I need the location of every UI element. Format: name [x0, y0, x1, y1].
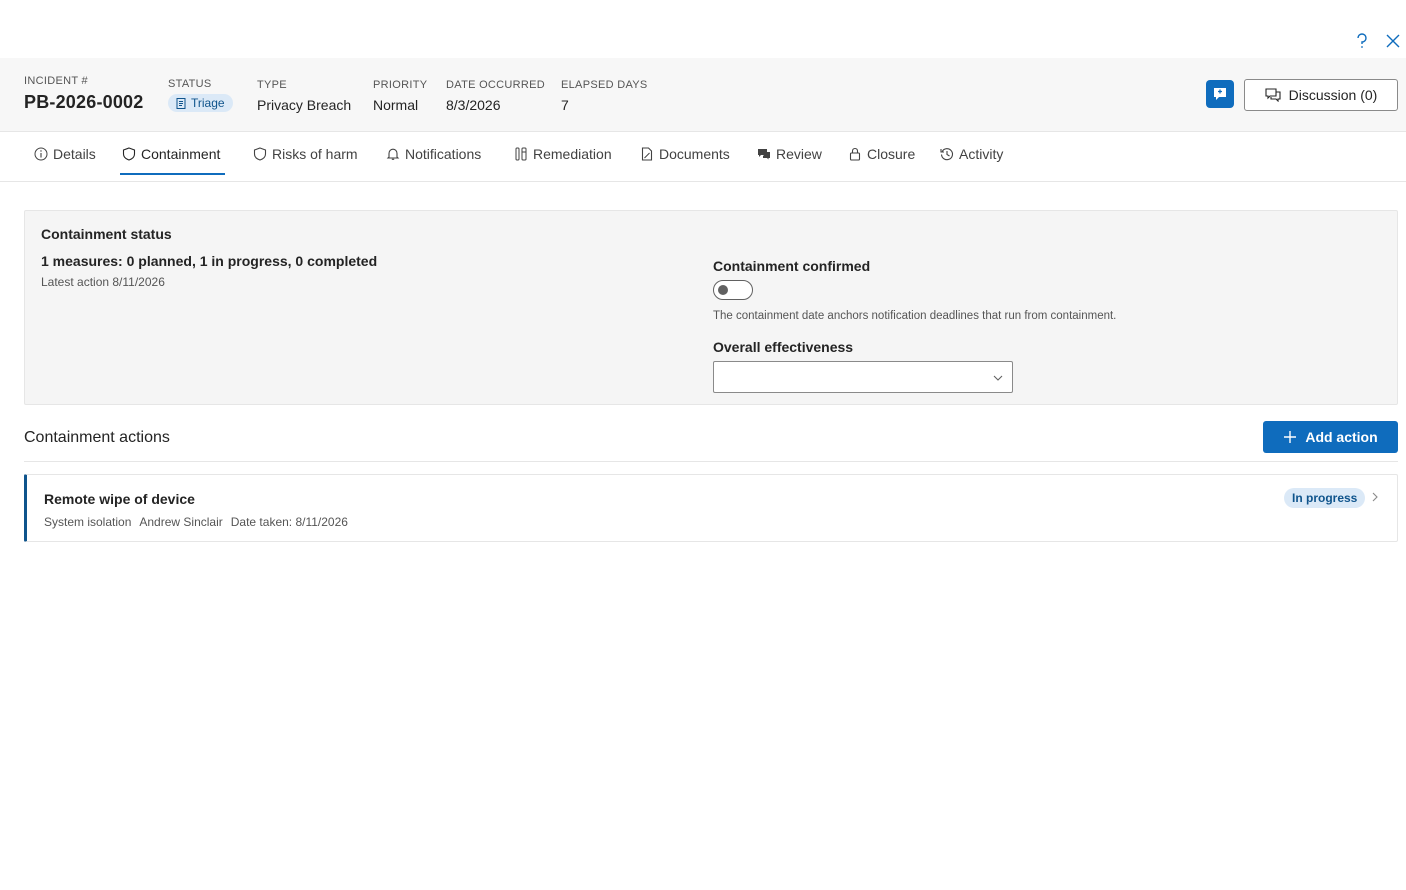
type-value: Privacy Breach [257, 97, 352, 113]
bell-icon [386, 148, 400, 160]
add-action-label: Add action [1305, 429, 1378, 445]
tab-risks-of-harm[interactable]: Risks of harm [253, 132, 358, 176]
containment-status-card: Containment status 1 measures: 0 planned… [24, 210, 1398, 405]
status-icon [176, 97, 186, 109]
tab-notifications[interactable]: Notifications [386, 132, 481, 176]
document-icon [641, 147, 653, 161]
tab-remediation[interactable]: Remediation [514, 132, 612, 176]
discussion-icon [1265, 88, 1281, 102]
chat-icon [1214, 88, 1226, 100]
tab-activity[interactable]: Activity [940, 132, 1003, 176]
measures-summary: 1 measures: 0 planned, 1 in progress, 0 … [41, 253, 378, 269]
add-action-button[interactable]: Add action [1263, 421, 1398, 453]
tab-details[interactable]: Details [34, 132, 96, 176]
info-icon [34, 147, 48, 161]
elapsed-days-field: ELAPSED DAYS 7 [561, 79, 648, 113]
priority-value: Normal [373, 97, 419, 113]
status-label: STATUS [168, 78, 212, 90]
section-divider [24, 461, 1398, 462]
chat-button[interactable] [1206, 80, 1234, 108]
incident-number: PB-2026-0002 [24, 92, 144, 112]
action-status-badge: In progress [1284, 488, 1366, 508]
type-field: TYPE Privacy Breach [257, 79, 351, 113]
discussion-button[interactable]: Discussion (0) [1244, 79, 1398, 111]
containment-action-item[interactable]: Remote wipe of device System isolation A… [24, 474, 1398, 542]
plus-icon [1284, 431, 1297, 443]
tab-label: Risks of harm [272, 146, 358, 162]
shield-icon [253, 147, 267, 161]
card-title: Containment status [41, 226, 172, 242]
history-icon [940, 148, 954, 161]
chevron-right-icon[interactable] [1370, 491, 1380, 503]
tab-containment[interactable]: Containment [122, 132, 220, 176]
incident-page: INCIDENT # PB-2026-0002 STATUS Triage TY… [0, 0, 1406, 890]
action-category: System isolation [44, 515, 132, 529]
containment-note: The containment date anchors notificatio… [713, 310, 1117, 322]
tab-label: Remediation [533, 146, 612, 162]
shield-icon [122, 147, 136, 161]
date-occurred-field: DATE OCCURRED 8/3/2026 [446, 79, 545, 113]
tab-documents[interactable]: Documents [640, 132, 730, 176]
elapsed-days-value: 7 [561, 97, 569, 113]
overall-effectiveness-select[interactable] [713, 361, 1013, 393]
containment-confirmed-toggle[interactable] [713, 280, 753, 300]
close-icon[interactable] [1382, 30, 1404, 52]
tab-label: Documents [659, 146, 730, 162]
status-field: STATUS Triage [168, 78, 233, 114]
tab-label: Notifications [405, 146, 482, 162]
tab-label: Review [776, 146, 822, 162]
elapsed-days-label: ELAPSED DAYS [561, 79, 648, 91]
incident-number-field: INCIDENT # PB-2026-0002 [24, 75, 143, 113]
toggle-knob [718, 285, 728, 295]
tab-label: Details [53, 146, 96, 162]
tab-review[interactable]: Review [757, 132, 822, 176]
chevron-down-icon [993, 375, 1003, 381]
lock-icon [849, 147, 861, 161]
tab-bar: Details Containment Risks of harm Notifi… [0, 132, 1406, 182]
chat-icon [758, 149, 770, 160]
overall-effectiveness-label: Overall effectiveness [713, 339, 854, 355]
question-icon[interactable] [1351, 30, 1373, 52]
action-owner: Andrew Sinclair [139, 515, 223, 529]
action-meta: System isolation Andrew Sinclair Date ta… [44, 515, 348, 529]
tab-label: Closure [867, 146, 916, 162]
action-date: Date taken: 8/11/2026 [230, 515, 348, 529]
priority-label: PRIORITY [373, 79, 428, 91]
tab-closure[interactable]: Closure [848, 132, 915, 176]
incident-header: INCIDENT # PB-2026-0002 STATUS Triage TY… [0, 58, 1406, 132]
tab-label: Containment [141, 146, 221, 162]
status-value: Triage [191, 96, 225, 110]
containment-confirmed-label: Containment confirmed [713, 258, 871, 274]
discussion-label: Discussion (0) [1288, 87, 1378, 103]
type-label: TYPE [257, 79, 287, 91]
action-name: Remote wipe of device [44, 491, 195, 507]
date-occurred-value: 8/3/2026 [446, 97, 501, 113]
active-tab-indicator [120, 173, 225, 175]
containment-actions-title: Containment actions [24, 429, 170, 446]
incident-number-label: INCIDENT # [24, 75, 88, 87]
priority-field: PRIORITY Normal [373, 79, 427, 113]
status-badge: Triage [168, 94, 233, 112]
tab-label: Activity [959, 146, 1004, 162]
top-bar [0, 0, 1406, 58]
date-occurred-label: DATE OCCURRED [446, 79, 546, 91]
latest-action: Latest action 8/11/2026 [41, 275, 165, 289]
tools-icon [515, 147, 527, 161]
